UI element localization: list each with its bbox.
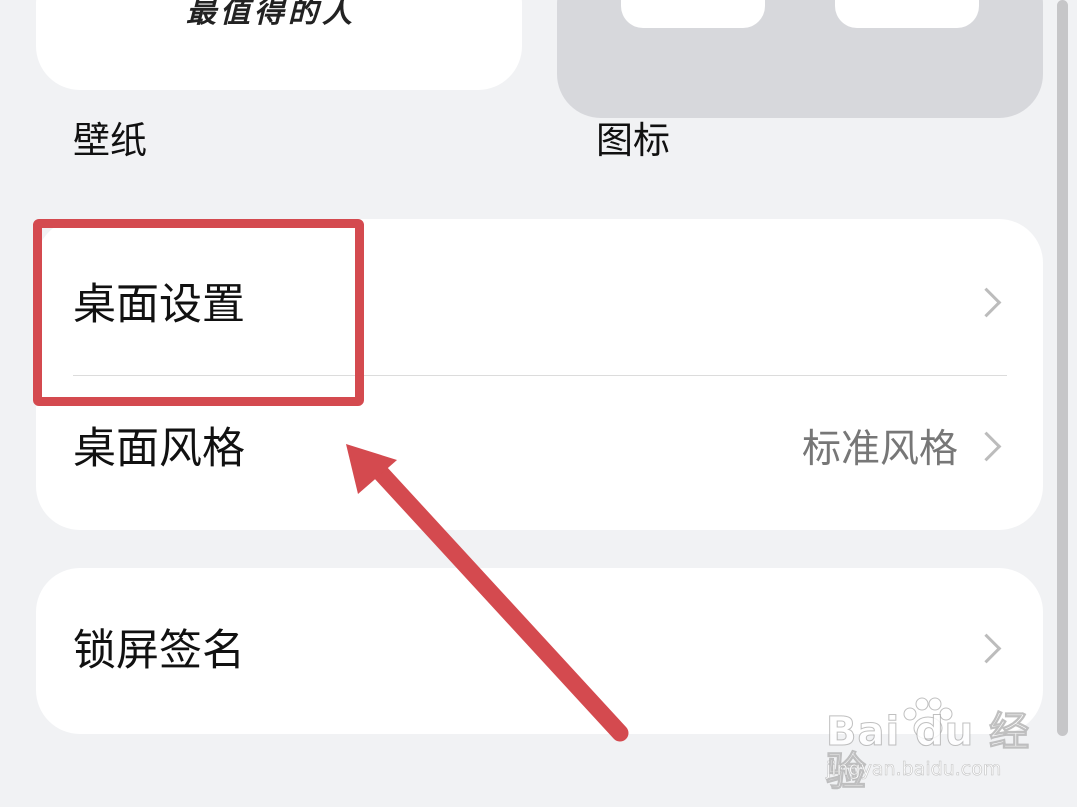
desktop-style-row[interactable]: 桌面风格 标准风格 xyxy=(36,376,1043,530)
icons-label: 图标 xyxy=(596,119,670,162)
desktop-settings-group: 桌面设置 桌面风格 标准风格 xyxy=(36,219,1043,530)
lock-screen-group: 锁屏签名 xyxy=(36,568,1043,734)
scrollbar[interactable] xyxy=(1057,0,1068,736)
theme-settings-screen: 最值得的人 壁纸 图标 桌面设置 桌面风格 标准风格 锁屏签名 Bai du 经… xyxy=(0,0,1077,807)
chevron-right-icon xyxy=(971,431,1002,462)
desktop-style-label: 桌面风格 xyxy=(73,424,245,474)
wallpaper-label: 壁纸 xyxy=(73,119,147,162)
icons-preview-card[interactable] xyxy=(557,0,1043,118)
desktop-settings-row[interactable]: 桌面设置 xyxy=(36,219,1043,375)
chevron-right-icon xyxy=(971,287,1002,318)
watermark-url-text: jingyan.baidu.com xyxy=(826,758,1002,780)
icon-preview-tile xyxy=(835,0,979,28)
icon-preview-tile xyxy=(621,0,765,28)
wallpaper-preview-text: 最值得的人 xyxy=(186,0,356,30)
lock-screen-signature-row[interactable]: 锁屏签名 xyxy=(36,568,1043,734)
chevron-right-icon xyxy=(971,633,1002,664)
lock-screen-signature-label: 锁屏签名 xyxy=(73,626,245,676)
desktop-settings-label: 桌面设置 xyxy=(73,280,245,330)
desktop-style-value: 标准风格 xyxy=(801,427,958,472)
wallpaper-preview-card[interactable]: 最值得的人 xyxy=(36,0,522,90)
